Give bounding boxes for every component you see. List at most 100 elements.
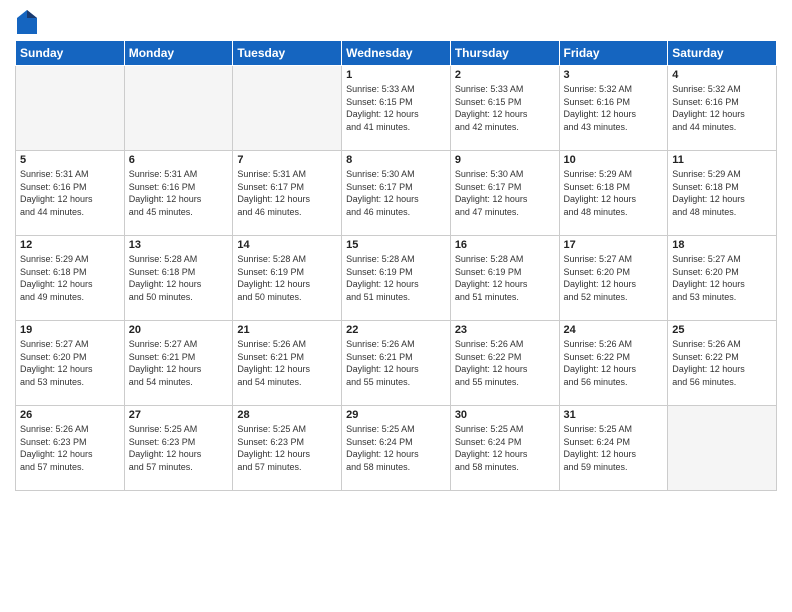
day-cell: 13 Sunrise: 5:28 AM Sunset: 6:18 PM Dayli… (124, 236, 233, 321)
day-info: Sunrise: 5:26 AM Sunset: 6:21 PM Dayligh… (346, 338, 446, 388)
day-cell (668, 406, 777, 491)
day-cell (233, 66, 342, 151)
weekday-header-tuesday: Tuesday (233, 41, 342, 66)
day-cell: 21 Sunrise: 5:26 AM Sunset: 6:21 PM Dayli… (233, 321, 342, 406)
day-cell: 28 Sunrise: 5:25 AM Sunset: 6:23 PM Dayli… (233, 406, 342, 491)
day-number: 27 (129, 409, 229, 421)
day-cell: 9 Sunrise: 5:30 AM Sunset: 6:17 PM Daylig… (450, 151, 559, 236)
day-info: Sunrise: 5:25 AM Sunset: 6:24 PM Dayligh… (346, 423, 446, 473)
day-info: Sunrise: 5:26 AM Sunset: 6:22 PM Dayligh… (455, 338, 555, 388)
weekday-header-saturday: Saturday (668, 41, 777, 66)
day-number: 16 (455, 239, 555, 251)
day-info: Sunrise: 5:28 AM Sunset: 6:19 PM Dayligh… (237, 253, 337, 303)
day-cell: 4Sunrise: 5:32 AM Sunset: 6:16 PM Daylig… (668, 66, 777, 151)
week-row-2: 12 Sunrise: 5:29 AM Sunset: 6:18 PM Dayli… (16, 236, 777, 321)
day-number: 12 (20, 239, 120, 251)
week-row-1: 5 Sunrise: 5:31 AM Sunset: 6:16 PM Daylig… (16, 151, 777, 236)
day-cell: 20 Sunrise: 5:27 AM Sunset: 6:21 PM Dayli… (124, 321, 233, 406)
day-number: 31 (564, 409, 664, 421)
day-cell: 7 Sunrise: 5:31 AM Sunset: 6:17 PM Daylig… (233, 151, 342, 236)
weekday-header-wednesday: Wednesday (342, 41, 451, 66)
day-cell: 27 Sunrise: 5:25 AM Sunset: 6:23 PM Dayli… (124, 406, 233, 491)
day-number: 19 (20, 324, 120, 336)
day-number: 14 (237, 239, 337, 251)
day-number: 23 (455, 324, 555, 336)
day-info: Sunrise: 5:28 AM Sunset: 6:18 PM Dayligh… (129, 253, 229, 303)
day-number: 2 (455, 69, 555, 81)
day-info: Sunrise: 5:31 AM Sunset: 6:16 PM Dayligh… (20, 168, 120, 218)
day-cell: 15 Sunrise: 5:28 AM Sunset: 6:19 PM Dayli… (342, 236, 451, 321)
day-info: Sunrise: 5:25 AM Sunset: 6:24 PM Dayligh… (564, 423, 664, 473)
day-info: Sunrise: 5:30 AM Sunset: 6:17 PM Dayligh… (346, 168, 446, 218)
day-info: Sunrise: 5:29 AM Sunset: 6:18 PM Dayligh… (564, 168, 664, 218)
day-info: Sunrise: 5:27 AM Sunset: 6:20 PM Dayligh… (20, 338, 120, 388)
day-info: Sunrise: 5:25 AM Sunset: 6:24 PM Dayligh… (455, 423, 555, 473)
day-info: Sunrise: 5:33 AM Sunset: 6:15 PM Dayligh… (346, 83, 446, 133)
day-number: 30 (455, 409, 555, 421)
page: SundayMondayTuesdayWednesdayThursdayFrid… (0, 0, 792, 612)
day-info: Sunrise: 5:26 AM Sunset: 6:21 PM Dayligh… (237, 338, 337, 388)
day-info: Sunrise: 5:27 AM Sunset: 6:20 PM Dayligh… (564, 253, 664, 303)
day-number: 21 (237, 324, 337, 336)
day-cell: 31 Sunrise: 5:25 AM Sunset: 6:24 PM Dayli… (559, 406, 668, 491)
day-cell: 8 Sunrise: 5:30 AM Sunset: 6:17 PM Daylig… (342, 151, 451, 236)
day-number: 1 (346, 69, 446, 81)
day-cell (16, 66, 125, 151)
weekday-header-monday: Monday (124, 41, 233, 66)
day-info: Sunrise: 5:28 AM Sunset: 6:19 PM Dayligh… (455, 253, 555, 303)
day-number: 7 (237, 154, 337, 166)
weekday-header-sunday: Sunday (16, 41, 125, 66)
week-row-0: 1 Sunrise: 5:33 AM Sunset: 6:15 PM Daylig… (16, 66, 777, 151)
day-cell: 29 Sunrise: 5:25 AM Sunset: 6:24 PM Dayli… (342, 406, 451, 491)
day-cell: 3 Sunrise: 5:32 AM Sunset: 6:16 PM Daylig… (559, 66, 668, 151)
day-number: 17 (564, 239, 664, 251)
day-info: Sunrise: 5:33 AM Sunset: 6:15 PM Dayligh… (455, 83, 555, 133)
day-cell: 19 Sunrise: 5:27 AM Sunset: 6:20 PM Dayli… (16, 321, 125, 406)
day-cell: 1 Sunrise: 5:33 AM Sunset: 6:15 PM Daylig… (342, 66, 451, 151)
day-cell: 24Sunrise: 5:26 AM Sunset: 6:22 PM Dayli… (559, 321, 668, 406)
day-info: Sunrise: 5:25 AM Sunset: 6:23 PM Dayligh… (129, 423, 229, 473)
day-number: 20 (129, 324, 229, 336)
day-number: 9 (455, 154, 555, 166)
day-number: 26 (20, 409, 120, 421)
day-info: Sunrise: 5:29 AM Sunset: 6:18 PM Dayligh… (20, 253, 120, 303)
day-number: 10 (564, 154, 664, 166)
day-cell: 22 Sunrise: 5:26 AM Sunset: 6:21 PM Dayli… (342, 321, 451, 406)
day-info: Sunrise: 5:28 AM Sunset: 6:19 PM Dayligh… (346, 253, 446, 303)
day-info: Sunrise: 5:32 AM Sunset: 6:16 PM Dayligh… (564, 83, 664, 133)
day-number: 11 (672, 154, 772, 166)
day-cell: 6 Sunrise: 5:31 AM Sunset: 6:16 PM Daylig… (124, 151, 233, 236)
day-info: Sunrise: 5:26 AM Sunset: 6:22 PM Dayligh… (672, 338, 772, 388)
day-cell (124, 66, 233, 151)
day-number: 3 (564, 69, 664, 81)
day-number: 18 (672, 239, 772, 251)
day-number: 13 (129, 239, 229, 251)
day-info: Sunrise: 5:27 AM Sunset: 6:20 PM Dayligh… (672, 253, 772, 303)
logo-icon (17, 10, 37, 34)
day-info: Sunrise: 5:26 AM Sunset: 6:22 PM Dayligh… (564, 338, 664, 388)
day-info: Sunrise: 5:31 AM Sunset: 6:17 PM Dayligh… (237, 168, 337, 218)
day-info: Sunrise: 5:25 AM Sunset: 6:23 PM Dayligh… (237, 423, 337, 473)
weekday-header-row: SundayMondayTuesdayWednesdayThursdayFrid… (16, 41, 777, 66)
day-cell: 11Sunrise: 5:29 AM Sunset: 6:18 PM Dayli… (668, 151, 777, 236)
day-number: 8 (346, 154, 446, 166)
day-number: 29 (346, 409, 446, 421)
day-cell: 16 Sunrise: 5:28 AM Sunset: 6:19 PM Dayli… (450, 236, 559, 321)
day-number: 5 (20, 154, 120, 166)
day-number: 28 (237, 409, 337, 421)
week-row-3: 19 Sunrise: 5:27 AM Sunset: 6:20 PM Dayli… (16, 321, 777, 406)
day-cell: 12 Sunrise: 5:29 AM Sunset: 6:18 PM Dayli… (16, 236, 125, 321)
logo (15, 10, 37, 34)
day-cell: 23 Sunrise: 5:26 AM Sunset: 6:22 PM Dayli… (450, 321, 559, 406)
day-info: Sunrise: 5:27 AM Sunset: 6:21 PM Dayligh… (129, 338, 229, 388)
day-info: Sunrise: 5:30 AM Sunset: 6:17 PM Dayligh… (455, 168, 555, 218)
day-cell: 26Sunrise: 5:26 AM Sunset: 6:23 PM Dayli… (16, 406, 125, 491)
day-info: Sunrise: 5:31 AM Sunset: 6:16 PM Dayligh… (129, 168, 229, 218)
day-cell: 14 Sunrise: 5:28 AM Sunset: 6:19 PM Dayli… (233, 236, 342, 321)
day-cell: 18 Sunrise: 5:27 AM Sunset: 6:20 PM Dayli… (668, 236, 777, 321)
day-number: 22 (346, 324, 446, 336)
day-number: 15 (346, 239, 446, 251)
header (15, 10, 777, 34)
day-number: 6 (129, 154, 229, 166)
day-number: 25 (672, 324, 772, 336)
